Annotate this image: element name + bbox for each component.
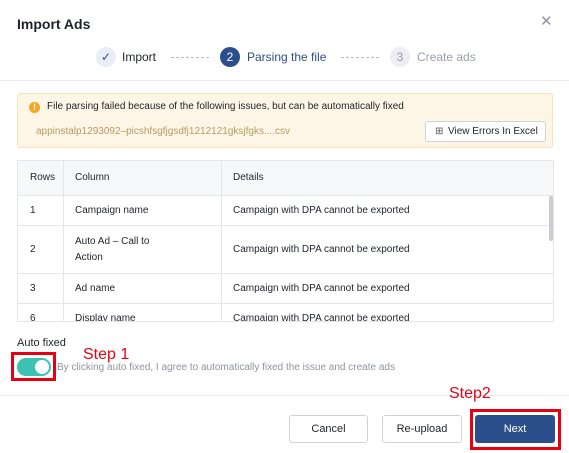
table-header-row: Rows Column Details (18, 161, 553, 196)
cancel-button[interactable]: Cancel (289, 415, 368, 443)
row-column: Campaign name (63, 196, 221, 225)
excel-icon: ⊞ (435, 126, 444, 137)
row-details: Campaign with DPA cannot be exported (221, 274, 553, 303)
step-create-ads-label: Create ads (417, 50, 476, 64)
check-icon: ✓ (96, 47, 116, 67)
row-column: Auto Ad – Call to Action (63, 226, 221, 273)
step-parsing-label: Parsing the file (247, 50, 327, 64)
step-import-label: Import (122, 50, 157, 64)
step1-annotation: Step 1 (83, 346, 130, 363)
close-icon[interactable]: ✕ (540, 14, 553, 30)
alert-message: File parsing failed because of the follo… (47, 101, 404, 112)
step1-highlight-box (11, 352, 56, 381)
step-indicator: ✓ Import 2 Parsing the file 3 Create ads (0, 46, 569, 70)
row-details: Campaign with DPA cannot be exported (221, 304, 553, 321)
step2-annotation: Step2 (449, 385, 491, 402)
table-row: 6 Display name Campaign with DPA cannot … (18, 304, 553, 322)
import-ads-dialog: Import Ads ✕ ✓ Import 2 Parsing the file… (0, 0, 569, 453)
row-number: 1 (30, 204, 36, 216)
view-errors-button[interactable]: ⊞ View Errors In Excel (425, 121, 546, 142)
warning-icon: ! (29, 102, 40, 113)
row-details: Campaign with DPA cannot be exported (221, 226, 553, 273)
table-row: 3 Ad name Campaign with DPA cannot be ex… (18, 274, 553, 304)
row-column: Ad name (63, 274, 221, 303)
dialog-title: Import Ads (17, 16, 91, 32)
table-row: 2 Auto Ad – Call to Action Campaign with… (18, 226, 553, 274)
step-divider (171, 57, 209, 58)
table-row: 1 Campaign name Campaign with DPA cannot… (18, 196, 553, 226)
step-3-number: 3 (390, 47, 410, 67)
header-column: Column (63, 161, 221, 195)
file-name: appinstalp1293092–picshfsgfjgsdfj1212121… (36, 126, 291, 137)
header-rows: Rows (30, 172, 56, 183)
row-column: Display name (63, 304, 221, 321)
header-divider (0, 80, 569, 81)
view-errors-label: View Errors In Excel (448, 126, 538, 137)
header-details: Details (221, 161, 553, 195)
table-scrollbar[interactable] (549, 196, 553, 241)
row-number: 3 (30, 282, 36, 294)
row-number: 6 (30, 312, 36, 322)
row-details: Campaign with DPA cannot be exported (221, 196, 553, 225)
parse-warning-alert: ! File parsing failed because of the fol… (17, 93, 553, 148)
auto-fixed-label: Auto fixed (17, 337, 66, 349)
step-divider (341, 57, 379, 58)
reupload-button[interactable]: Re-upload (382, 415, 462, 443)
row-number: 2 (30, 243, 36, 255)
step2-highlight-box (470, 409, 561, 450)
step-2-number: 2 (220, 47, 240, 67)
errors-table: Rows Column Details 1 Campaign name Camp… (17, 160, 554, 322)
